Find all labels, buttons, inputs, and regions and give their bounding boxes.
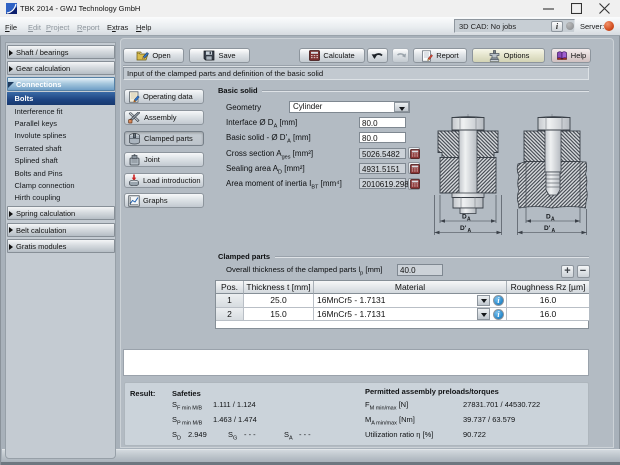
svg-text:A: A	[552, 228, 556, 234]
svg-text:D': D'	[460, 225, 467, 232]
svg-text:A: A	[468, 228, 472, 234]
svg-text:D': D'	[544, 225, 551, 232]
svg-text:A: A	[551, 217, 555, 223]
svg-text:A: A	[467, 217, 471, 223]
